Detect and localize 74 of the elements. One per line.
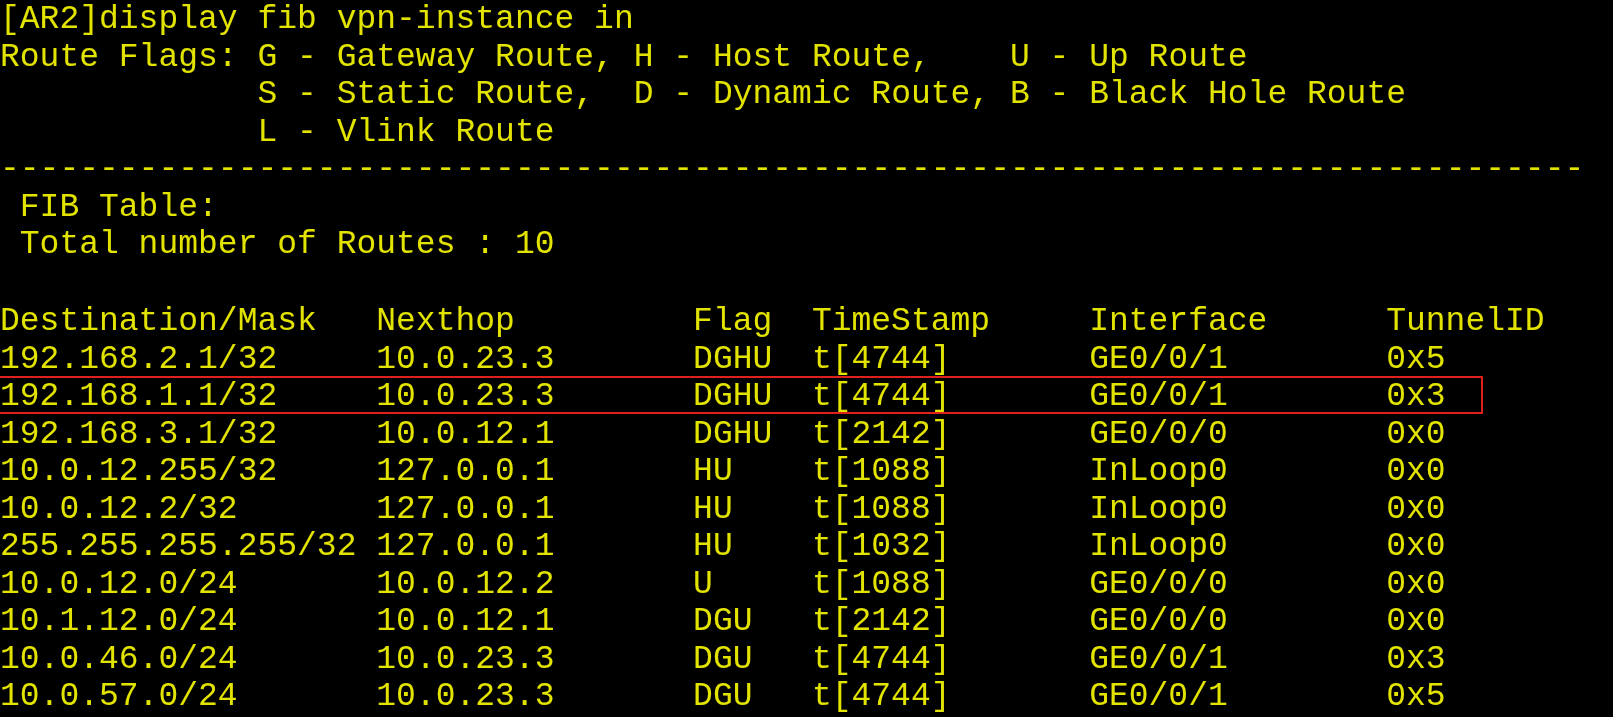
table-cell-text: t[4744] [811,678,952,716]
table-cell-text: 10.0.23.3 [376,678,556,716]
table-cell-text: GE0/0/0 [1089,415,1229,453]
table-cell-text: 10.0.12.1 [376,415,556,453]
table-cell-text: DGHU [693,340,774,378]
table-cell-text: 127.0.0.1 [376,453,556,491]
table-cell-text: InLoop0 [1089,453,1229,491]
table-cell-text: 0x0 [1386,490,1447,528]
table-cell-text: GE0/0/0 [1089,565,1229,603]
column-header: Nexthop [376,303,516,341]
table-cell-text: 10.0.57.0/24 [0,678,239,716]
table-cell-text: 10.0.23.3 [376,340,556,378]
table-cell-text: 255.255.255.255/32 [0,528,358,566]
table-cell-text: t[1032] [811,528,952,566]
table-cell-text: InLoop0 [1089,528,1229,566]
column-header: TimeStamp [811,303,992,341]
table-cell-text: t[1088] [811,490,952,528]
table-cell-text: 0x0 [1386,528,1447,566]
table-cell-text: 10.0.23.3 [376,378,556,416]
table-cell-text: t[1088] [811,453,952,491]
table-cell-text: 0x0 [1386,453,1447,491]
table-cell-text: t[4744] [811,640,952,678]
table-cell-text: U [693,565,714,603]
table-cell-text: DGHU [693,378,774,416]
table-cell-text: 10.0.12.1 [376,603,556,641]
table-cell-text: 10.0.12.0/24 [0,565,239,603]
table-cell-text: HU [693,453,734,491]
table-cell-text: 127.0.0.1 [376,528,556,566]
table-title: FIB Table: [18,188,219,226]
table-cell-text: 127.0.0.1 [376,490,556,528]
legend-line: G - Gateway Route, H - Host Route, U - Up Route [257,38,1249,76]
table-cell-text: HU [693,490,734,528]
column-header: TunnelID [1386,303,1545,341]
table-cell-text: t[4744] [811,378,952,416]
table-cell-text: t[1088] [811,565,952,603]
table-cell-text: 0x3 [1386,640,1447,678]
table-cell-text: InLoop0 [1089,490,1229,528]
table-cell-text: 10.0.46.0/24 [0,640,239,678]
table-cell-text: t[4744] [811,340,952,378]
table-cell-text: 10.1.12.0/24 [0,603,239,641]
table-cell-text: 192.168.3.1/32 [0,415,279,453]
table-cell-text: GE0/0/1 [1089,378,1229,416]
legend-line: S - Static Route, D - Dynamic Route, B - Black Hole Route [257,76,1407,114]
command-line: [AR2]display fib vpn-instance in [0,1,635,39]
column-header: Destination/Mask [0,303,318,341]
table-cell-text: 192.168.2.1/32 [0,340,279,378]
separator-line: -------------------------------------------------------------------------------- [0,151,1586,189]
table-cell-text: GE0/0/0 [1089,603,1229,641]
table-cell-text: 10.0.12.255/32 [0,453,279,491]
legend-label: Route Flags: [0,38,239,76]
table-cell-text: 10.0.12.2 [376,565,556,603]
legend-line: L - Vlink Route [257,113,556,151]
table-cell-text: GE0/0/1 [1089,340,1229,378]
table-cell-text: DGU [693,640,754,678]
table-cell-text: HU [693,528,734,566]
table-cell-text: 0x5 [1386,340,1447,378]
table-cell-text: 0x3 [1386,378,1447,416]
route-total: Total number of Routes : 10 [18,226,556,264]
table-cell-text: 10.0.23.3 [376,640,556,678]
table-cell-text: 0x0 [1386,415,1447,453]
table-cell-text: t[2142] [811,603,952,641]
table-cell-text: DGU [693,678,754,716]
table-cell-text: t[2142] [811,415,952,453]
table-cell-text: GE0/0/1 [1089,640,1229,678]
table-cell-text: GE0/0/1 [1089,678,1229,716]
column-header: Flag [693,303,774,341]
table-cell-text: 0x5 [1386,678,1447,716]
table-cell-text: 0x0 [1386,603,1447,641]
table-cell-text: DGHU [693,415,774,453]
table-cell-text: 0x0 [1386,565,1447,603]
table-cell-text: DGU [693,603,754,641]
table-cell-text: 192.168.1.1/32 [0,378,279,416]
column-header: Interface [1089,303,1269,341]
table-cell-text: 10.0.12.2/32 [0,490,239,528]
